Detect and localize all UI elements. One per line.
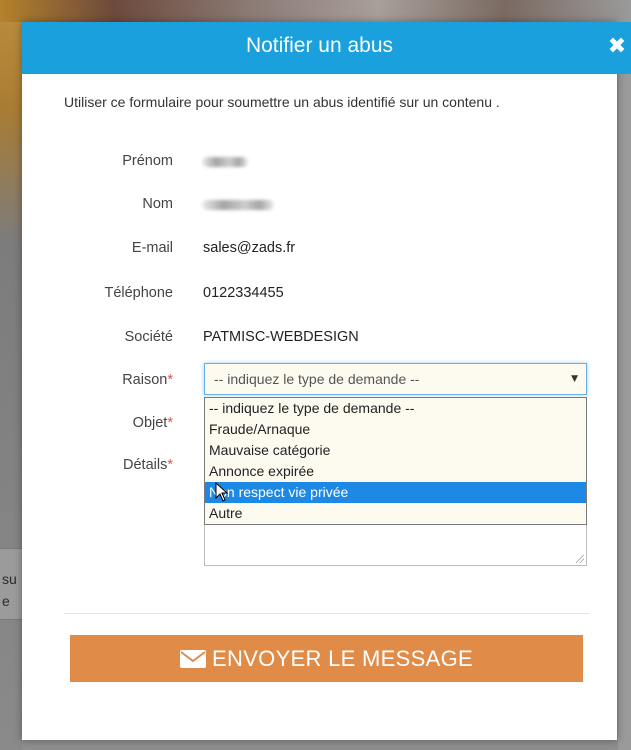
send-message-button[interactable]: ENVOYER LE MESSAGE [70,635,583,682]
societe-value: PATMISC-WEBDESIGN [203,329,359,345]
close-icon[interactable]: ✖ [606,34,628,60]
report-abuse-modal: Notifier un abus ✖ Utiliser ce formulair… [22,22,631,740]
nom-label: Nom [142,196,173,212]
dropdown-option[interactable]: Annonce expirée [205,461,586,482]
background-left-strip [0,22,22,750]
required-mark: * [167,372,173,388]
email-label: E-mail [131,240,173,256]
telephone-label: Téléphone [104,285,173,301]
send-message-label: ENVOYER LE MESSAGE [212,645,473,671]
dropdown-option[interactable]: Autre [205,503,586,524]
raison-dropdown-list: -- indiquez le type de demande -- Fraude… [204,397,587,525]
background-banner [0,0,631,22]
background-right-strip [618,22,631,750]
required-mark: * [167,457,173,473]
objet-label: Objet* [132,415,173,431]
email-value: sales@zads.fr [203,240,296,256]
intro-text: Utiliser ce formulaire pour soumettre un… [64,94,500,110]
telephone-value: 0122334455 [203,285,284,301]
background-text: e [2,593,10,609]
prenom-value-redacted [202,157,248,167]
dropdown-option-highlighted[interactable]: Non respect vie privée [205,482,586,503]
required-mark: * [167,415,173,431]
background-text: su [2,571,17,587]
background-card: su e [0,548,22,620]
dropdown-option[interactable]: Mauvaise catégorie [205,440,586,461]
raison-label: Raison* [122,372,173,388]
divider [64,613,589,614]
mouse-cursor-icon [215,482,229,502]
details-label: Détails* [123,457,173,473]
dropdown-arrow-icon[interactable]: ▼ [571,364,578,394]
raison-select-value: -- indiquez le type de demande -- [214,371,420,387]
prenom-label: Prénom [122,153,173,169]
resize-handle-icon[interactable] [576,555,584,563]
raison-select[interactable]: -- indiquez le type de demande -- ▼ [204,363,587,395]
dropdown-option[interactable]: Fraude/Arnaque [205,419,586,440]
modal-title: Notifier un abus [245,34,394,57]
nom-value-redacted [202,200,274,210]
dropdown-option[interactable]: -- indiquez le type de demande -- [205,398,586,419]
societe-label: Société [124,329,173,345]
envelope-icon [180,649,207,668]
